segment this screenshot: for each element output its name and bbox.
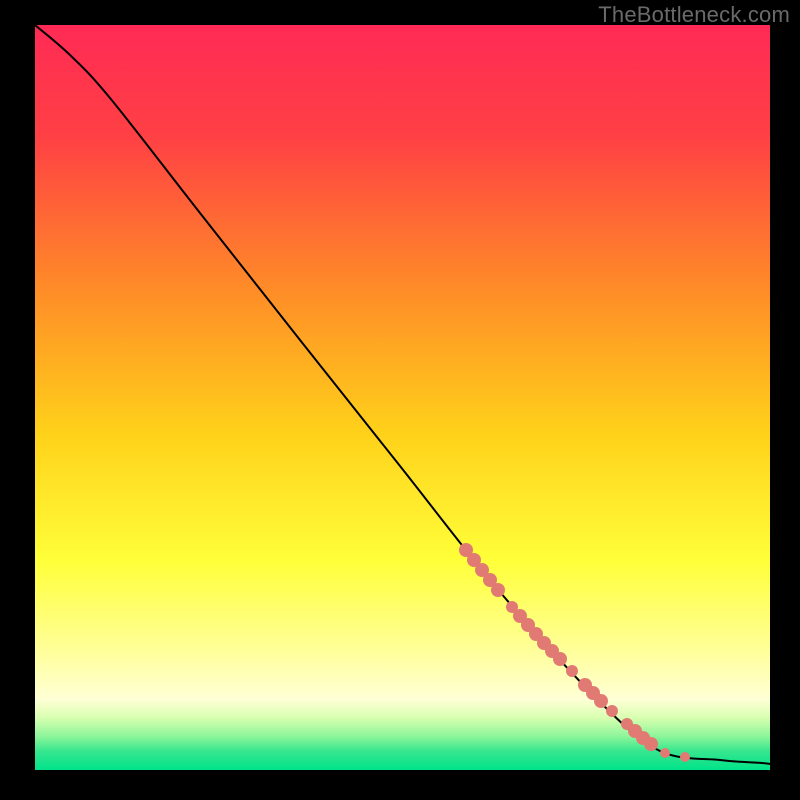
- chart-stage: TheBottleneck.com: [0, 0, 800, 800]
- data-marker: [553, 652, 567, 666]
- data-marker: [566, 665, 578, 677]
- data-marker: [606, 705, 618, 717]
- bottleneck-chart: [0, 0, 800, 800]
- data-marker: [783, 761, 795, 773]
- data-marker: [644, 737, 658, 751]
- data-marker: [680, 752, 690, 762]
- data-marker: [491, 583, 505, 597]
- data-marker: [660, 748, 670, 758]
- data-marker: [771, 759, 783, 771]
- gradient-background: [35, 25, 770, 770]
- data-marker: [594, 694, 608, 708]
- watermark-text: TheBottleneck.com: [598, 2, 790, 28]
